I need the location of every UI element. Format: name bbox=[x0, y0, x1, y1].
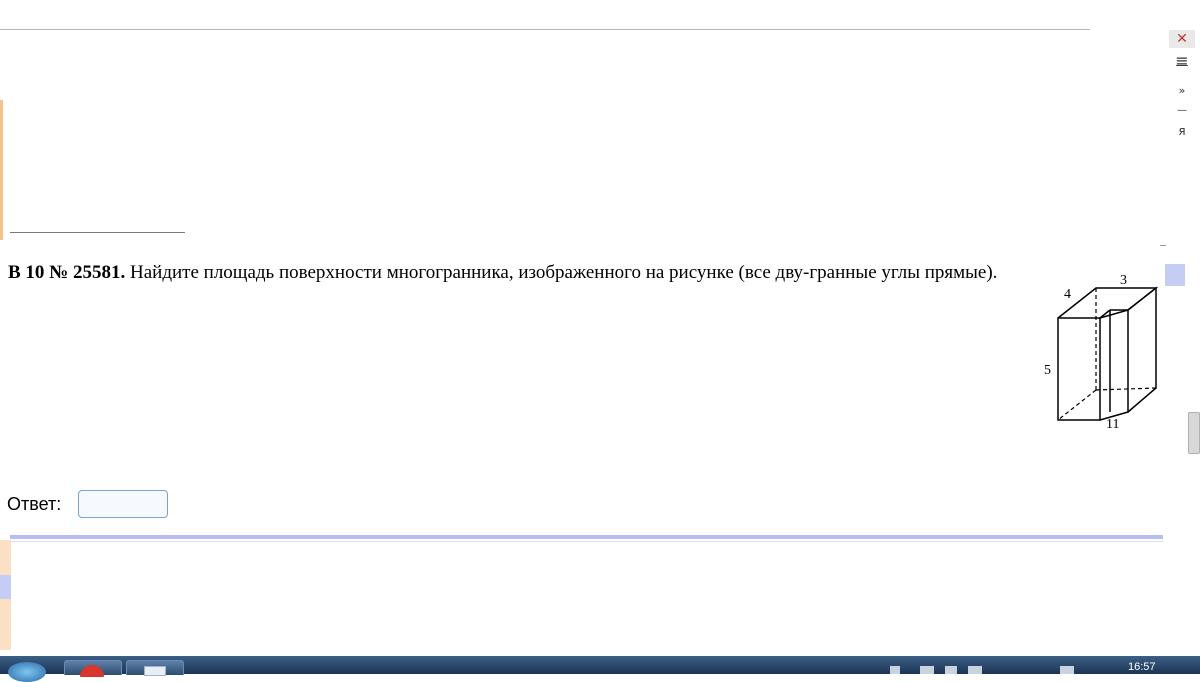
tray-icon[interactable] bbox=[968, 666, 982, 674]
right-block-side bbox=[1127, 286, 1157, 413]
top-toolbar-area bbox=[0, 0, 1200, 30]
clipped-text-fragment bbox=[14, 222, 104, 232]
start-button[interactable] bbox=[8, 662, 46, 682]
tray-icon[interactable] bbox=[1060, 666, 1074, 674]
chevron-right-icon[interactable]: » bbox=[1169, 82, 1195, 100]
answer-label: Ответ: bbox=[7, 494, 62, 514]
left-accent-marker bbox=[0, 575, 11, 599]
tray-icon[interactable] bbox=[945, 666, 957, 674]
top-face-edges bbox=[1057, 287, 1159, 319]
front-face bbox=[1057, 317, 1101, 421]
window-icon bbox=[144, 666, 166, 676]
tray-icon[interactable] bbox=[890, 666, 900, 674]
left-accent-bar bbox=[0, 100, 3, 240]
problem-text: Найдите площадь поверхности многогранник… bbox=[125, 262, 998, 283]
close-icon[interactable]: ✕ bbox=[1169, 30, 1195, 48]
rail-letter: я bbox=[1178, 124, 1186, 138]
dash-icon: — bbox=[1177, 105, 1187, 116]
figure-label-height: 5 bbox=[1044, 363, 1051, 378]
taskbar-clock[interactable]: 16:57 bbox=[1128, 661, 1156, 674]
answer-input[interactable] bbox=[78, 490, 168, 518]
hidden-back-edge bbox=[1095, 387, 1157, 391]
side-marker bbox=[1165, 264, 1185, 286]
hidden-diagonal-edge bbox=[1057, 389, 1097, 421]
figure-label-bottom: 11 bbox=[1106, 417, 1119, 432]
polyhedron-figure: 3 4 5 11 bbox=[1044, 273, 1159, 432]
figure-label-left-top: 4 bbox=[1064, 287, 1071, 302]
toolbar-divider bbox=[0, 29, 1090, 30]
problem-statement: B 10 № 25581. Найдите площадь поверхност… bbox=[8, 259, 1028, 286]
tray-icon[interactable] bbox=[920, 666, 934, 674]
rail-tick bbox=[1160, 245, 1166, 246]
problem-number: B 10 № 25581. bbox=[8, 262, 126, 283]
minimize-icon[interactable]: — bbox=[1169, 59, 1195, 72]
right-block-front bbox=[1099, 309, 1129, 421]
problem-separator-shadow bbox=[10, 541, 1163, 542]
problem-separator bbox=[10, 535, 1163, 539]
section-divider bbox=[10, 232, 185, 233]
scrollbar-thumb[interactable] bbox=[1188, 412, 1200, 454]
figure-label-top: 3 bbox=[1120, 273, 1127, 288]
